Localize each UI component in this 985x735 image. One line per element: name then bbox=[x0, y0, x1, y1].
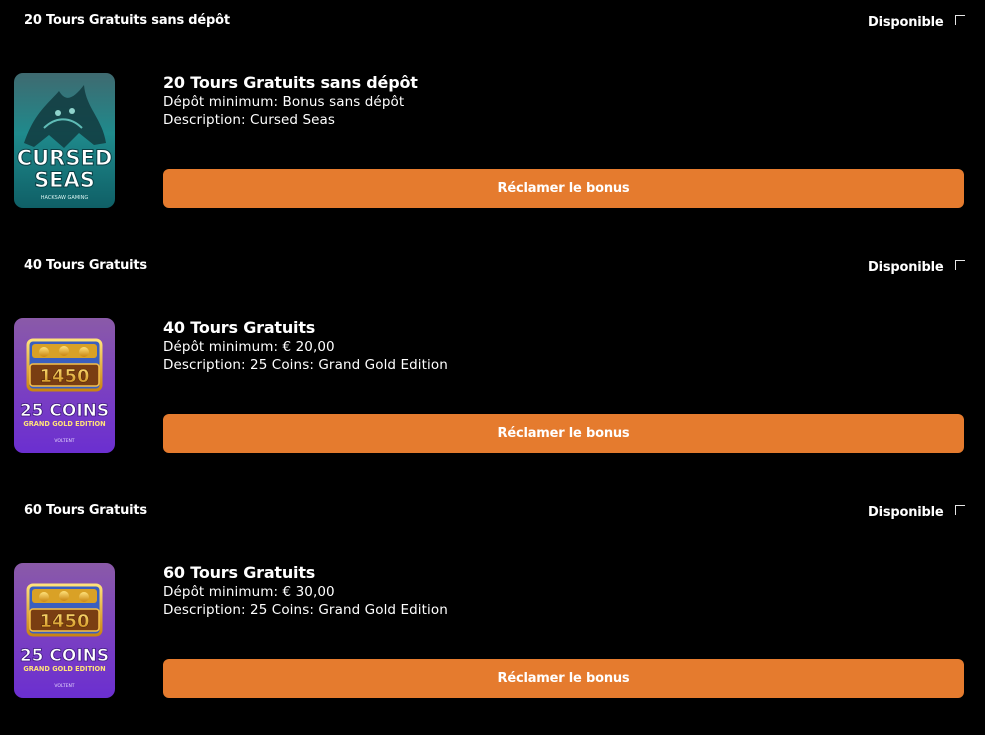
bonus-header-title: 60 Tours Gratuits bbox=[24, 503, 147, 518]
game-thumbnail-cursed-seas[interactable]: CURSED SEAS HACKSAW GAMING bbox=[14, 73, 115, 208]
art-number: 1450 bbox=[39, 611, 89, 632]
bonus-status: Disponible bbox=[868, 505, 944, 520]
bonus-header-title: 40 Tours Gratuits bbox=[24, 258, 147, 273]
corner-marker-icon[interactable] bbox=[955, 15, 965, 25]
25-coins-art: 1450 25 COINS GRAND GOLD EDITION VOLTENT bbox=[14, 563, 115, 698]
bonus-description: Description: 25 Coins: Grand Gold Editio… bbox=[163, 357, 448, 373]
bonus-description: Description: Cursed Seas bbox=[163, 112, 336, 128]
cursed-seas-art: CURSED SEAS HACKSAW GAMING bbox=[14, 73, 115, 208]
art-line2: GRAND GOLD EDITION bbox=[23, 665, 105, 673]
25-coins-art: 1450 25 COINS GRAND GOLD EDITION VOLTENT bbox=[14, 318, 115, 453]
claim-bonus-button[interactable]: Réclamer le bonus bbox=[163, 169, 964, 208]
bonus-min-deposit: Dépôt minimum: Bonus sans dépôt bbox=[163, 94, 405, 110]
claim-bonus-button[interactable]: Réclamer le bonus bbox=[163, 414, 964, 453]
bonus-card-3: 60 Tours Gratuits Disponible 1450 25 COI… bbox=[0, 490, 985, 735]
corner-marker-icon[interactable] bbox=[955, 260, 965, 270]
claim-bonus-button[interactable]: Réclamer le bonus bbox=[163, 659, 964, 698]
game-thumbnail-25-coins[interactable]: 1450 25 COINS GRAND GOLD EDITION VOLTENT bbox=[14, 318, 115, 453]
bonus-min-deposit: Dépôt minimum: € 30,00 bbox=[163, 584, 335, 600]
bonus-card-1: 20 Tours Gratuits sans dépôt Disponible … bbox=[0, 0, 985, 245]
corner-marker-icon[interactable] bbox=[955, 505, 965, 515]
bonus-title: 20 Tours Gratuits sans dépôt bbox=[163, 73, 418, 92]
bonus-status: Disponible bbox=[868, 15, 944, 30]
bonus-title: 40 Tours Gratuits bbox=[163, 318, 316, 337]
art-studio: VOLTENT bbox=[54, 683, 74, 689]
bonus-description: Description: 25 Coins: Grand Gold Editio… bbox=[163, 602, 448, 618]
bonus-min-deposit: Dépôt minimum: € 20,00 bbox=[163, 339, 335, 355]
bonus-header-title: 20 Tours Gratuits sans dépôt bbox=[24, 13, 230, 28]
art-line1: CURSED bbox=[17, 146, 113, 170]
art-line2: GRAND GOLD EDITION bbox=[23, 420, 105, 428]
bonus-title: 60 Tours Gratuits bbox=[163, 563, 316, 582]
art-number: 1450 bbox=[39, 366, 89, 387]
art-studio: HACKSAW GAMING bbox=[41, 195, 89, 201]
art-line1: 25 COINS bbox=[20, 646, 109, 666]
art-line2: SEAS bbox=[34, 168, 95, 192]
bonus-status: Disponible bbox=[868, 260, 944, 275]
game-thumbnail-25-coins[interactable]: 1450 25 COINS GRAND GOLD EDITION VOLTENT bbox=[14, 563, 115, 698]
bonus-card-2: 40 Tours Gratuits Disponible 1450 25 COI… bbox=[0, 245, 985, 490]
art-line1: 25 COINS bbox=[20, 401, 109, 421]
art-studio: VOLTENT bbox=[54, 438, 74, 444]
